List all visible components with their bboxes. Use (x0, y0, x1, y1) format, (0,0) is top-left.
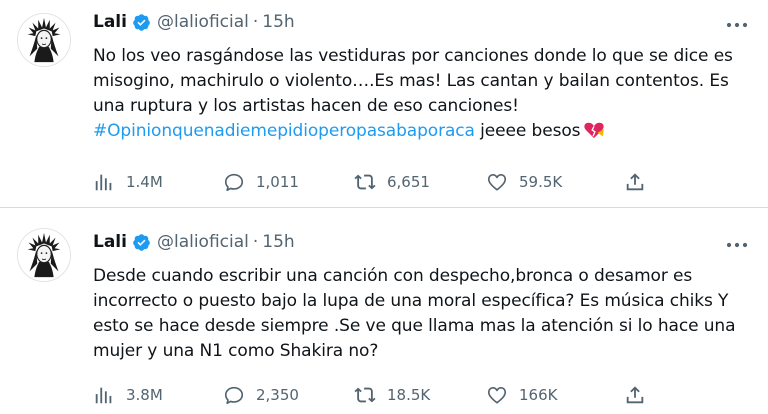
avatar-illustration-icon (18, 229, 70, 281)
tweet[interactable]: Lali @lalioficial · 15h No los veo rasgá… (0, 0, 768, 208)
avatar[interactable] (17, 13, 71, 67)
tweet-text: Desde cuando escribir una canción con de… (93, 266, 736, 361)
views-count: 3.8M (126, 386, 163, 404)
tweet-text: No los veo rasgándose las vestiduras por… (93, 44, 757, 144)
verified-badge-icon (133, 233, 150, 251)
reply-count: 1,011 (256, 173, 299, 191)
author-handle[interactable]: @lalioficial (157, 232, 249, 252)
avatar-illustration-icon (18, 14, 70, 66)
heart-icon (487, 174, 507, 191)
views-count: 1.4M (126, 173, 163, 191)
author-name[interactable]: Lali (93, 12, 127, 32)
more-dots-icon[interactable] (726, 20, 748, 30)
share-action[interactable] (624, 383, 646, 407)
author-name[interactable]: Lali (93, 232, 127, 252)
tweet-timestamp[interactable]: 15h (262, 232, 294, 252)
broken-heart-emoji (584, 122, 605, 139)
retweet-action[interactable]: 6,651 (354, 170, 430, 194)
views-bars-icon (95, 387, 112, 404)
retweet-action[interactable]: 18.5K (354, 383, 430, 407)
tweet-header: Lali @lalioficial · 15h (93, 12, 295, 32)
heart-icon (487, 387, 507, 404)
like-action[interactable]: 166K (486, 383, 557, 407)
reply-bubble-icon (224, 173, 244, 192)
share-icon (626, 173, 644, 191)
tweet-text-tail: jeeee besos (474, 121, 581, 141)
share-action[interactable] (624, 170, 646, 194)
reply-count: 2,350 (256, 386, 299, 404)
like-action[interactable]: 59.5K (486, 170, 562, 194)
tweet[interactable]: Lali @lalioficial · 15h Desde cuando esc… (0, 208, 768, 414)
retweet-icon (354, 387, 376, 403)
share-icon (626, 386, 644, 404)
tweet-timestamp[interactable]: 15h (262, 12, 294, 32)
reply-action[interactable]: 2,350 (223, 383, 299, 407)
reply-bubble-icon (224, 386, 244, 405)
like-count: 166K (519, 386, 558, 404)
avatar[interactable] (17, 228, 71, 282)
author-handle[interactable]: @lalioficial (157, 12, 249, 32)
retweet-icon (354, 174, 376, 190)
retweet-count: 18.5K (387, 386, 431, 404)
like-count: 59.5K (519, 173, 563, 191)
header-separator: · (252, 232, 259, 252)
verified-badge-icon (133, 13, 150, 31)
tweet-header: Lali @lalioficial · 15h (93, 232, 295, 252)
views-action[interactable]: 1.4M (93, 170, 163, 194)
views-action[interactable]: 3.8M (93, 383, 163, 407)
more-dots-icon[interactable] (726, 240, 748, 250)
hashtag-link[interactable]: #Opinionquenadiemepidioperopasabaporaca (93, 121, 475, 141)
retweet-count: 6,651 (387, 173, 430, 191)
tweet-body: No los veo rasgándose las vestiduras por… (93, 46, 733, 116)
header-separator: · (252, 12, 259, 32)
views-bars-icon (95, 174, 112, 191)
reply-action[interactable]: 1,011 (223, 170, 299, 194)
